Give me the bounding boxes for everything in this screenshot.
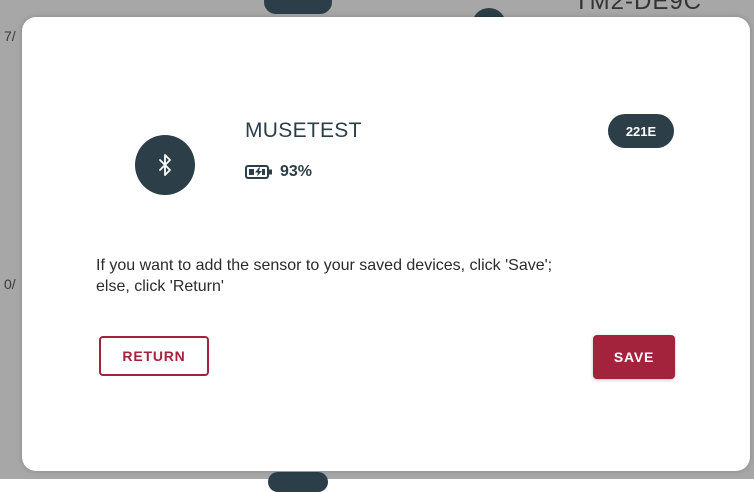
dialog-message: If you want to add the sensor to your sa… — [96, 255, 696, 297]
background-badge — [264, 0, 332, 14]
device-id-badge: 221E — [608, 114, 674, 148]
background-text-fragment: 0/ — [4, 276, 16, 292]
battery-status: 93% — [245, 163, 312, 181]
save-button[interactable]: SAVE — [593, 335, 675, 379]
device-avatar — [135, 135, 195, 195]
battery-percentage: 93% — [280, 163, 313, 180]
dialog-message-line: If you want to add the sensor to your sa… — [96, 257, 553, 274]
bluetooth-icon — [159, 154, 171, 176]
return-button[interactable]: RETURN — [99, 336, 209, 376]
background-badge — [268, 472, 328, 492]
save-device-dialog: MUSETEST 93% 221E If you want to add the… — [22, 17, 750, 471]
battery-charging-icon — [245, 165, 272, 179]
dialog-message-line: else, click 'Return' — [96, 278, 224, 295]
background-device-name: TM2-DE9C — [574, 0, 703, 15]
background-text-fragment: 7/ — [4, 28, 16, 44]
device-name: MUSETEST — [245, 119, 362, 142]
